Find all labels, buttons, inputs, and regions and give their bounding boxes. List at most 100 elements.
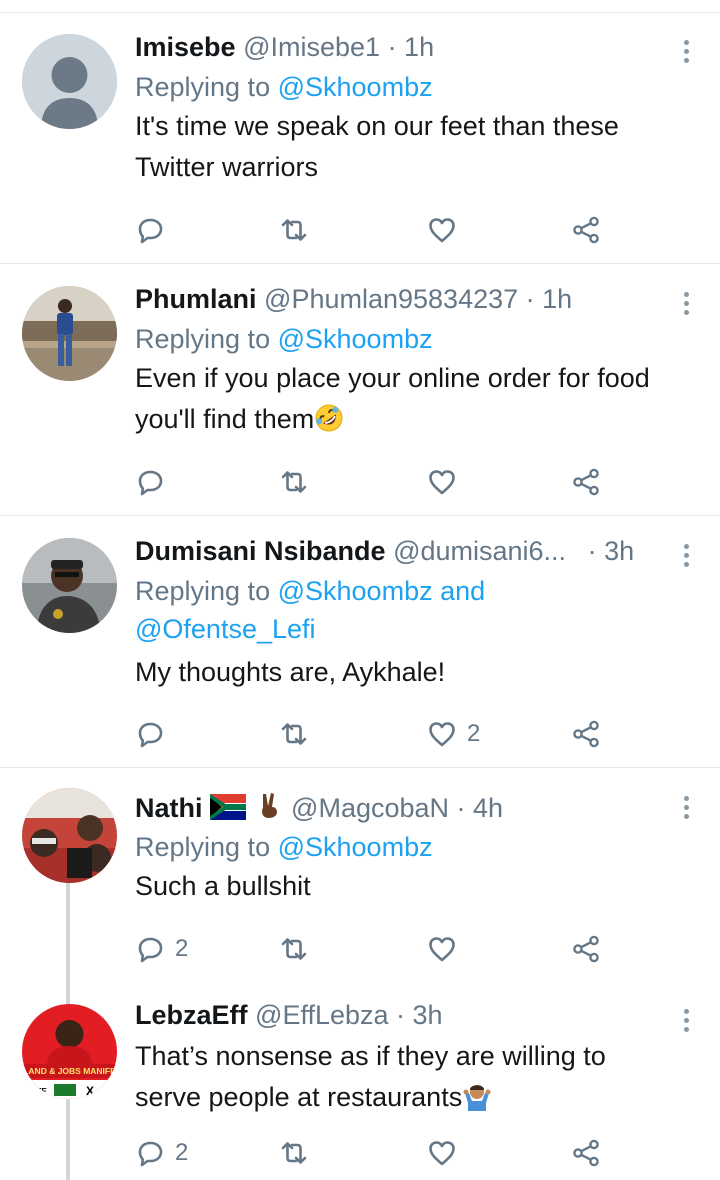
retweet-button[interactable] bbox=[279, 1133, 309, 1173]
heart-icon bbox=[429, 722, 455, 747]
retweet-icon bbox=[281, 723, 307, 745]
display-name[interactable]: Nathi bbox=[135, 793, 203, 823]
timestamp: · 1h bbox=[525, 284, 573, 314]
svg-text:VOTE: VOTE bbox=[25, 1087, 47, 1096]
reply-button[interactable] bbox=[135, 714, 165, 754]
avatar[interactable] bbox=[22, 286, 117, 381]
display-name[interactable]: Dumisani Nsibande bbox=[135, 536, 386, 566]
like-count: 2 bbox=[467, 720, 481, 747]
tweet-reply[interactable]: Dumisani Nsibande @dumisani6... · 3h Rep… bbox=[0, 516, 720, 768]
tweet-actions: 2 bbox=[135, 714, 605, 754]
tweet-actions: 2 bbox=[135, 1133, 605, 1173]
tweet-header: Dumisani Nsibande @dumisani6... · 3h bbox=[135, 534, 700, 568]
south-africa-flag-emoji bbox=[210, 794, 247, 820]
rolling-on-floor-laughing-emoji bbox=[315, 404, 343, 432]
share-icon bbox=[573, 468, 599, 496]
retweet-icon bbox=[281, 1142, 307, 1164]
reply-button[interactable] bbox=[135, 462, 165, 502]
mention-link[interactable]: @Skhoombz bbox=[278, 832, 433, 862]
retweet-button[interactable] bbox=[279, 462, 309, 502]
replying-to: Replying to @Skhoombz bbox=[135, 832, 433, 862]
tweet-actions: 2 bbox=[135, 929, 605, 969]
mention-link[interactable]: @Ofentse_Lefi bbox=[135, 610, 700, 648]
svg-text:LAND & JOBS MANIFE: LAND & JOBS MANIFE bbox=[23, 1066, 116, 1076]
more-options-icon[interactable] bbox=[674, 541, 698, 571]
more-options-icon[interactable] bbox=[674, 289, 698, 319]
heart-icon bbox=[429, 470, 455, 495]
share-button[interactable] bbox=[571, 210, 601, 250]
retweet-button[interactable] bbox=[279, 714, 309, 754]
heart-icon bbox=[429, 937, 455, 962]
share-icon bbox=[573, 720, 599, 748]
reply-button[interactable]: 2 bbox=[135, 1133, 188, 1173]
timestamp: · 4h bbox=[456, 793, 504, 823]
more-options-icon[interactable] bbox=[674, 1006, 698, 1036]
reply-icon bbox=[138, 722, 163, 748]
user-handle[interactable]: @dumisani6... bbox=[393, 536, 566, 566]
tweet-header: Phumlani @Phumlan95834237 · 1h bbox=[135, 282, 700, 316]
thread-line bbox=[66, 883, 70, 986]
mention-link[interactable]: @Skhoombz bbox=[278, 72, 433, 102]
replying-to: Replying to @Skhoombz and @Ofentse_Lefi bbox=[135, 572, 700, 648]
tweet-header: LebzaEff @EffLebza · 3h bbox=[135, 998, 700, 1032]
more-options-icon[interactable] bbox=[674, 793, 698, 823]
like-button[interactable] bbox=[427, 1133, 457, 1173]
timestamp: · 3h bbox=[587, 536, 635, 566]
tweet-actions bbox=[135, 210, 605, 250]
reply-icon bbox=[138, 937, 163, 963]
tweet-header: Imisebe @Imisebe1 · 1h bbox=[135, 30, 700, 64]
user-handle[interactable]: @Phumlan95834237 bbox=[264, 284, 518, 314]
avatar[interactable] bbox=[22, 788, 117, 883]
like-button[interactable] bbox=[427, 210, 457, 250]
man-shrugging-emoji bbox=[463, 1085, 491, 1111]
share-icon bbox=[573, 935, 599, 963]
like-button[interactable] bbox=[427, 462, 457, 502]
reply-button[interactable] bbox=[135, 210, 165, 250]
retweet-button[interactable] bbox=[279, 929, 309, 969]
heart-icon bbox=[429, 218, 455, 243]
reply-icon bbox=[138, 218, 163, 244]
retweet-icon bbox=[281, 471, 307, 493]
reply-button[interactable]: 2 bbox=[135, 929, 188, 969]
user-handle[interactable]: @EffLebza bbox=[255, 1000, 389, 1030]
mention-link[interactable]: @Skhoombz bbox=[278, 324, 433, 354]
thread-line bbox=[66, 1099, 70, 1180]
tweet-reply[interactable]: LAND & JOBS MANIFE VOTE X LebzaEff @EffL… bbox=[0, 986, 720, 1180]
like-button[interactable] bbox=[427, 929, 457, 969]
share-icon bbox=[573, 216, 599, 244]
share-button[interactable] bbox=[571, 929, 601, 969]
share-button[interactable] bbox=[571, 1133, 601, 1173]
share-button[interactable] bbox=[571, 462, 601, 502]
tweet-reply[interactable]: Imisebe @Imisebe1 · 1h Replying to @Skho… bbox=[0, 12, 720, 264]
replying-to: Replying to @Skhoombz bbox=[135, 324, 433, 354]
tweet-text: Even if you place your online order for … bbox=[135, 358, 700, 440]
tweet-text: It's time we speak on our feet than thes… bbox=[135, 111, 619, 182]
replying-to: Replying to @Skhoombz bbox=[135, 72, 433, 102]
heart-icon bbox=[429, 1141, 455, 1166]
tweet-text: That’s nonsense as if they are willing t… bbox=[135, 1041, 606, 1112]
more-options-icon[interactable] bbox=[674, 37, 698, 67]
display-name[interactable]: Imisebe bbox=[135, 32, 236, 62]
avatar[interactable] bbox=[22, 34, 117, 129]
tweet-reply[interactable]: Phumlani @Phumlan95834237 · 1h Replying … bbox=[0, 264, 720, 516]
avatar[interactable]: LAND & JOBS MANIFE VOTE X bbox=[22, 1004, 117, 1099]
like-button[interactable]: 2 bbox=[427, 714, 480, 754]
user-handle[interactable]: @MagcobaN bbox=[291, 793, 449, 823]
thread-line bbox=[66, 986, 70, 1004]
mention-link[interactable]: @Skhoombz and bbox=[278, 576, 486, 606]
retweet-button[interactable] bbox=[279, 210, 309, 250]
reply-count: 2 bbox=[175, 935, 189, 962]
tweet-reply[interactable]: Nathi @MagcobaN · 4h Replying to @Skhoom… bbox=[0, 768, 720, 986]
reply-icon bbox=[138, 470, 163, 496]
display-name[interactable]: Phumlani bbox=[135, 284, 257, 314]
user-handle[interactable]: @Imisebe1 bbox=[243, 32, 380, 62]
share-icon bbox=[573, 1139, 599, 1167]
share-button[interactable] bbox=[571, 714, 601, 754]
svg-text:X: X bbox=[86, 1084, 94, 1098]
display-name[interactable]: LebzaEff bbox=[135, 1000, 248, 1030]
victory-hand-emoji bbox=[261, 793, 277, 818]
retweet-icon bbox=[281, 219, 307, 241]
tweet-actions bbox=[135, 462, 605, 502]
avatar[interactable] bbox=[22, 538, 117, 633]
tweet-header: Nathi @MagcobaN · 4h bbox=[135, 790, 700, 824]
